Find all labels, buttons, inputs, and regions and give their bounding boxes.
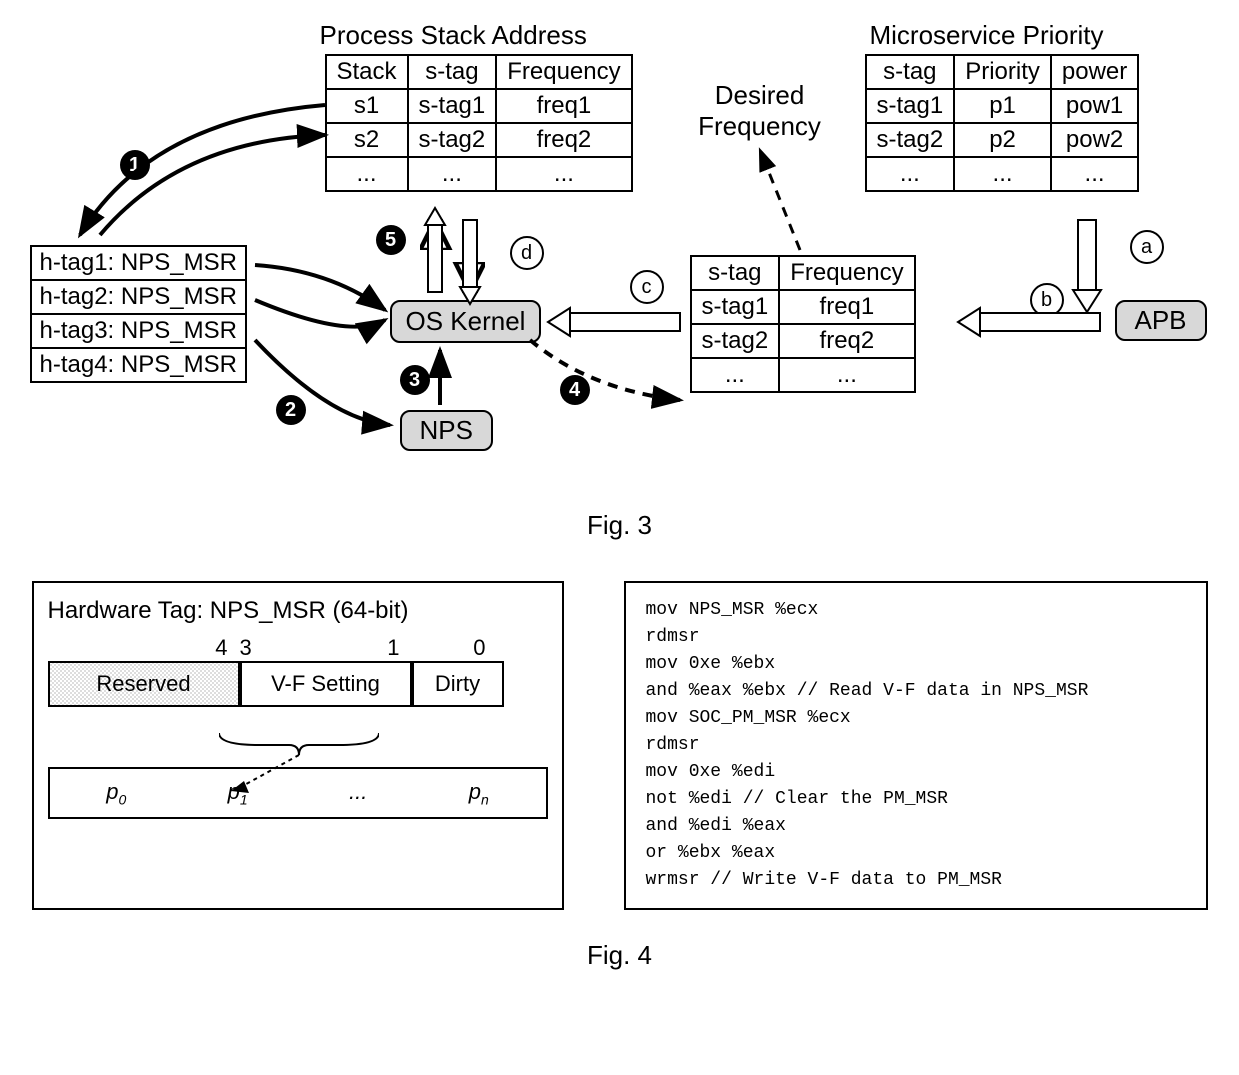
htag-item: h-tag2: NPS_MSR [32, 281, 245, 315]
mp-cell: pow2 [1051, 123, 1138, 157]
htag-item: h-tag3: NPS_MSR [32, 315, 245, 349]
mp-h: Priority [954, 55, 1051, 89]
figure-4: Hardware Tag: NPS_MSR (64-bit) 4 3 1 0 Re… [20, 581, 1219, 910]
psa-cell: freq1 [496, 89, 631, 123]
ft-cell: ... [691, 358, 780, 392]
dirty-field: Dirty [412, 661, 504, 707]
mp-cell: s-tag2 [866, 123, 955, 157]
badge-4: 4 [560, 375, 590, 405]
process-stack-title: Process Stack Address [320, 20, 587, 51]
mp-cell: pow1 [1051, 89, 1138, 123]
mp-h: power [1051, 55, 1138, 89]
psa-cell: s2 [326, 123, 408, 157]
ft-cell: freq2 [779, 324, 914, 358]
bit-1: 1 [387, 635, 399, 661]
nps-box: NPS [400, 410, 493, 451]
os-kernel-box: OS Kernel [390, 300, 542, 343]
ft-cell: s-tag2 [691, 324, 780, 358]
badge-c: c [630, 270, 664, 304]
p0: p0 [106, 779, 126, 807]
fig3-caption: Fig. 3 [20, 510, 1219, 541]
figure-3: Process Stack Address Stacks-tagFrequenc… [30, 20, 1210, 480]
ft-cell: freq1 [779, 290, 914, 324]
desired-frequency-text: Desired Frequency [698, 80, 821, 141]
badge-a: a [1130, 230, 1164, 264]
freq-table: s-tagFrequency s-tag1freq1 s-tag2freq2 .… [690, 255, 916, 393]
mp-cell: ... [866, 157, 955, 191]
psa-h2: s-tag [408, 55, 497, 89]
mp-h: s-tag [866, 55, 955, 89]
psa-cell: s-tag2 [408, 123, 497, 157]
mp-cell: p1 [954, 89, 1051, 123]
vf-brace-arrow [219, 733, 379, 803]
bit-0: 0 [406, 635, 492, 661]
psa-cell: s1 [326, 89, 408, 123]
badge-d: d [510, 236, 544, 270]
ft-h: Frequency [779, 256, 914, 290]
psa-cell: ... [326, 157, 408, 191]
psa-cell: ... [408, 157, 497, 191]
ft-h: s-tag [691, 256, 780, 290]
htag-item: h-tag4: NPS_MSR [32, 349, 245, 381]
fig4-caption: Fig. 4 [20, 940, 1219, 971]
msr-title: Hardware Tag: NPS_MSR (64-bit) [48, 597, 548, 625]
mp-cell: ... [1051, 157, 1138, 191]
mp-cell: ... [954, 157, 1051, 191]
badge-2: 2 [276, 395, 306, 425]
htag-item: h-tag1: NPS_MSR [32, 247, 245, 281]
desired-frequency-label: Desired Frequency [690, 80, 830, 142]
vf-field: V-F Setting [240, 661, 412, 707]
badge-1: 1 [120, 150, 150, 180]
psa-cell: s-tag1 [408, 89, 497, 123]
bitfield: 4 3 1 0 Reserved V-F Setting Dirty [48, 635, 548, 707]
reserved-field: Reserved [48, 661, 240, 707]
mp-cell: s-tag1 [866, 89, 955, 123]
process-stack-table: Stacks-tagFrequency s1s-tag1freq1 s2s-ta… [325, 54, 633, 192]
apb-box: APB [1115, 300, 1207, 341]
msr-panel: Hardware Tag: NPS_MSR (64-bit) 4 3 1 0 Re… [32, 581, 564, 910]
psa-cell: ... [496, 157, 631, 191]
asm-listing: mov NPS_MSR %ecx rdmsr mov 0xe %ebx and … [624, 581, 1208, 910]
psa-h1: Stack [326, 55, 408, 89]
psa-cell: freq2 [496, 123, 631, 157]
micro-priority-title: Microservice Priority [870, 20, 1104, 51]
pn: pn [469, 779, 489, 807]
bit-4: 4 [48, 635, 234, 661]
badge-5: 5 [376, 225, 406, 255]
ft-cell: s-tag1 [691, 290, 780, 324]
micro-priority-table: s-tagPrioritypower s-tag1p1pow1 s-tag2p2… [865, 54, 1140, 192]
bit-3: 3 [240, 635, 252, 661]
htag-list: h-tag1: NPS_MSR h-tag2: NPS_MSR h-tag3: … [30, 245, 247, 383]
badge-b: b [1030, 283, 1064, 317]
ft-cell: ... [779, 358, 914, 392]
badge-3: 3 [400, 365, 430, 395]
mp-cell: p2 [954, 123, 1051, 157]
psa-h3: Frequency [496, 55, 631, 89]
